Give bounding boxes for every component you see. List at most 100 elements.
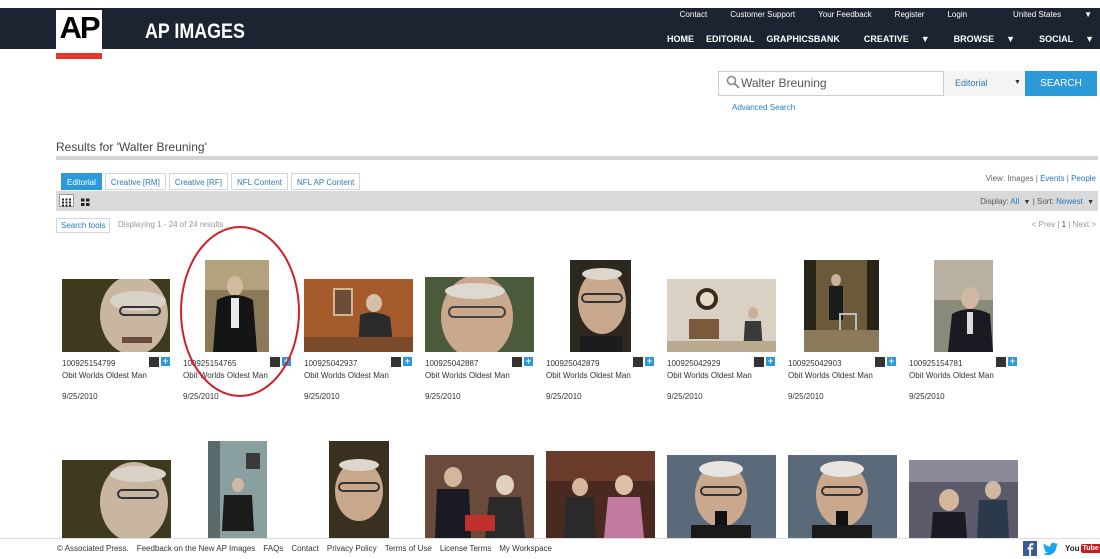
nav-browse[interactable]: BROWSE ▼ [942,34,1015,44]
result-title[interactable]: Obit Worlds Oldest Man [425,371,510,380]
search-input[interactable] [741,76,941,90]
tab-creative-rm[interactable]: Creative [RM] [104,173,166,190]
view-images[interactable]: Images [1007,174,1033,183]
util-register[interactable]: Register [895,10,925,19]
display-select[interactable]: All ▼ [1010,197,1030,206]
twitter-icon[interactable] [1043,541,1059,556]
result-thumbnail[interactable] [546,451,655,538]
result-title[interactable]: Obit Worlds Oldest Man [788,371,873,380]
util-customer-support[interactable]: Customer Support [730,10,795,19]
footer-privacy[interactable]: Privacy Policy [327,544,377,553]
footer-faqs[interactable]: FAQs [263,544,283,553]
nav-social-label: SOCIAL [1039,34,1074,44]
result-title[interactable]: Obit Worlds Oldest Man [909,371,994,380]
footer-feedback[interactable]: Feedback on the New AP Images [137,544,256,553]
caret-down-icon: ▼ [1023,199,1031,206]
large-grid-icon[interactable] [78,194,93,207]
view-events[interactable]: Events [1040,174,1064,183]
result-title[interactable]: Obit Worlds Oldest Man [546,371,631,380]
current-page[interactable]: 1 [1062,220,1066,229]
add-to-lightbox-icon[interactable]: + [403,357,412,366]
footer-contact[interactable]: Contact [291,544,319,553]
display-options: Display: All ▼ | Sort: Newest ▼ [980,197,1094,206]
result-thumbnail[interactable] [788,455,897,538]
footer-terms[interactable]: Terms of Use [385,544,432,553]
add-to-lightbox-icon[interactable]: + [645,357,654,366]
result-thumbnail[interactable] [62,460,171,538]
nav-editorial[interactable]: EDITORIAL [706,34,754,44]
results-count: Displaying 1 - 24 of 24 results [118,220,224,229]
facebook-icon[interactable] [1023,541,1037,556]
calculator-icon[interactable] [633,357,643,367]
result-thumbnail[interactable] [667,455,776,538]
util-contact[interactable]: Contact [680,10,708,19]
result-thumbnail[interactable] [62,279,170,352]
ap-logo[interactable]: AP [56,10,102,50]
result-thumbnail[interactable] [804,260,879,352]
sort-select[interactable]: Newest ▼ [1056,197,1094,206]
result-thumbnail[interactable] [425,277,534,352]
tab-nfl-ap-content[interactable]: NFL AP Content [291,173,361,190]
result-date: 9/25/2010 [183,392,219,401]
small-grid-icon[interactable] [59,194,74,207]
calculator-icon[interactable] [996,357,1006,367]
result-date: 9/25/2010 [788,392,824,401]
result-thumbnail[interactable] [208,441,267,538]
caret-down-icon: ▼ [1087,199,1094,206]
calculator-icon[interactable] [391,357,401,367]
result-thumbnail[interactable] [934,260,993,352]
util-feedback[interactable]: Your Feedback [818,10,872,19]
result-id[interactable]: 100925154799 [62,359,115,368]
tab-editorial[interactable]: Editorial [61,173,102,190]
add-to-lightbox-icon[interactable]: + [161,357,170,366]
util-country[interactable]: United States ▼ [990,10,1092,19]
nav-social[interactable]: SOCIAL ▼ [1027,34,1094,44]
result-id[interactable]: 100925154781 [909,359,962,368]
nav-creative-label: CREATIVE [863,34,909,44]
tab-creative-rf[interactable]: Creative [RF] [168,173,228,190]
result-title[interactable]: Obit Worlds Oldest Man [304,371,389,380]
search-category-label: Editorial [955,78,988,88]
result-id[interactable]: 100925042879 [546,359,599,368]
util-login[interactable]: Login [947,10,967,19]
caret-down-icon: ▼ [920,34,930,44]
calculator-icon[interactable] [512,357,522,367]
youtube-icon[interactable]: You Tube [1065,541,1100,556]
nav-graphicsbank[interactable]: GRAPHICSBANK [766,34,840,44]
advanced-search-link[interactable]: Advanced Search [732,103,795,112]
result-thumbnail[interactable] [667,279,776,352]
result-title[interactable]: Obit Worlds Oldest Man [667,371,752,380]
result-thumbnail[interactable] [425,455,534,538]
result-id[interactable]: 100925042887 [425,359,478,368]
view-people[interactable]: People [1071,174,1096,183]
footer-links: © Associated Press. Feedback on the New … [57,544,560,553]
result-thumbnail[interactable] [304,279,413,352]
youtube-tube-badge: Tube [1080,544,1100,553]
tab-nfl-content[interactable]: NFL Content [230,173,288,190]
search-button[interactable]: SEARCH [1025,71,1097,96]
add-to-lightbox-icon[interactable]: + [1008,357,1017,366]
nav-home[interactable]: HOME [667,34,694,44]
brand-name[interactable]: AP IMAGES [145,20,245,44]
result-thumbnail[interactable] [570,260,631,352]
caret-down-icon: ▼ [1014,79,1021,86]
add-to-lightbox-icon[interactable]: + [887,357,896,366]
prev-page[interactable]: < Prev [1032,220,1055,229]
calculator-icon[interactable] [754,357,764,367]
footer-license[interactable]: License Terms [440,544,491,553]
add-to-lightbox-icon[interactable]: + [766,357,775,366]
result-title[interactable]: Obit Worlds Oldest Man [62,371,147,380]
nav-creative[interactable]: CREATIVE ▼ [852,34,930,44]
result-id[interactable]: 100925042903 [788,359,841,368]
next-page[interactable]: Next > [1073,220,1096,229]
footer-workspace[interactable]: My Workspace [499,544,552,553]
calculator-icon[interactable] [875,357,885,367]
result-id[interactable]: 100925042929 [667,359,720,368]
add-to-lightbox-icon[interactable]: + [524,357,533,366]
calculator-icon[interactable] [149,357,159,367]
caret-down-icon: ▼ [1006,34,1016,44]
result-thumbnail[interactable] [909,460,1018,538]
result-id[interactable]: 100925042937 [304,359,357,368]
search-tools-button[interactable]: Search tools [56,218,111,233]
result-thumbnail[interactable] [329,441,389,538]
